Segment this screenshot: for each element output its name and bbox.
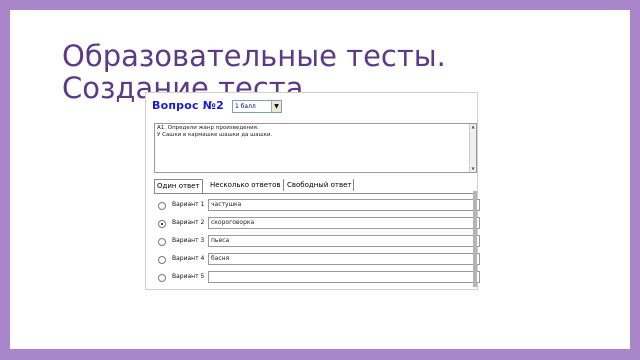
radio-icon[interactable] (158, 220, 166, 228)
tab-free-answer[interactable]: Свободный ответ (285, 179, 355, 191)
answer-options: Вариант 1 частушка Вариант 2 скороговорк… (154, 194, 480, 288)
scroll-down-icon[interactable]: ▼ (470, 166, 476, 172)
answer-option-label: Вариант 5 (172, 273, 205, 280)
answer-option-label: Вариант 3 (172, 237, 205, 244)
scroll-up-icon[interactable]: ▲ (470, 124, 476, 130)
radio-icon[interactable] (158, 274, 166, 282)
tab-single-answer[interactable]: Один ответ (154, 179, 203, 194)
test-editor-window: Вопрос №2 1 балл ▼ А1. Определи жанр про… (145, 92, 480, 290)
tab-multiple-answers[interactable]: Несколько ответов (208, 179, 284, 191)
answer-option-input[interactable]: басня (208, 253, 480, 265)
question-title: Вопрос №2 (152, 99, 225, 112)
points-select[interactable]: 1 балл ▼ (232, 100, 282, 113)
answer-option-label: Вариант 4 (172, 255, 205, 262)
answer-option-value: частушка (211, 201, 242, 208)
question-text-line-1: А1. Определи жанр произведения. (157, 125, 259, 131)
answer-option-value: пьеса (211, 237, 230, 244)
radio-icon[interactable] (158, 202, 166, 210)
answer-option-value: басня (211, 255, 230, 262)
answer-option-label: Вариант 1 (172, 201, 205, 208)
answer-option-input[interactable]: пьеса (208, 235, 480, 247)
radio-icon[interactable] (158, 256, 166, 264)
radio-icon[interactable] (158, 238, 166, 246)
points-select-value: 1 балл (235, 103, 256, 110)
answer-type-tabs: Один ответ Несколько ответов Свободный о… (154, 179, 475, 194)
answer-option-1: Вариант 1 частушка (154, 199, 480, 213)
answer-option-value: скороговорка (211, 219, 255, 226)
answer-option-4: Вариант 4 басня (154, 253, 480, 267)
answer-option-3: Вариант 3 пьеса (154, 235, 480, 249)
answer-option-2: Вариант 2 скороговорка (154, 217, 480, 231)
answer-option-input[interactable]: частушка (208, 199, 480, 211)
slide-title-line-1: Образовательные тесты. (62, 39, 446, 73)
options-scrollbar[interactable] (473, 191, 477, 287)
answer-option-input[interactable] (208, 271, 480, 283)
question-text-scrollbar[interactable]: ▲ ▼ (469, 124, 476, 172)
answer-option-label: Вариант 2 (172, 219, 205, 226)
question-text-area[interactable]: А1. Определи жанр произведения. У Сашки … (154, 123, 477, 173)
dropdown-arrow-icon[interactable]: ▼ (271, 101, 281, 112)
question-text-line-2: У Сашки в кармашке шашки да шашки. (157, 132, 273, 138)
answer-option-5: Вариант 5 (154, 271, 480, 285)
answer-option-input[interactable]: скороговорка (208, 217, 480, 229)
